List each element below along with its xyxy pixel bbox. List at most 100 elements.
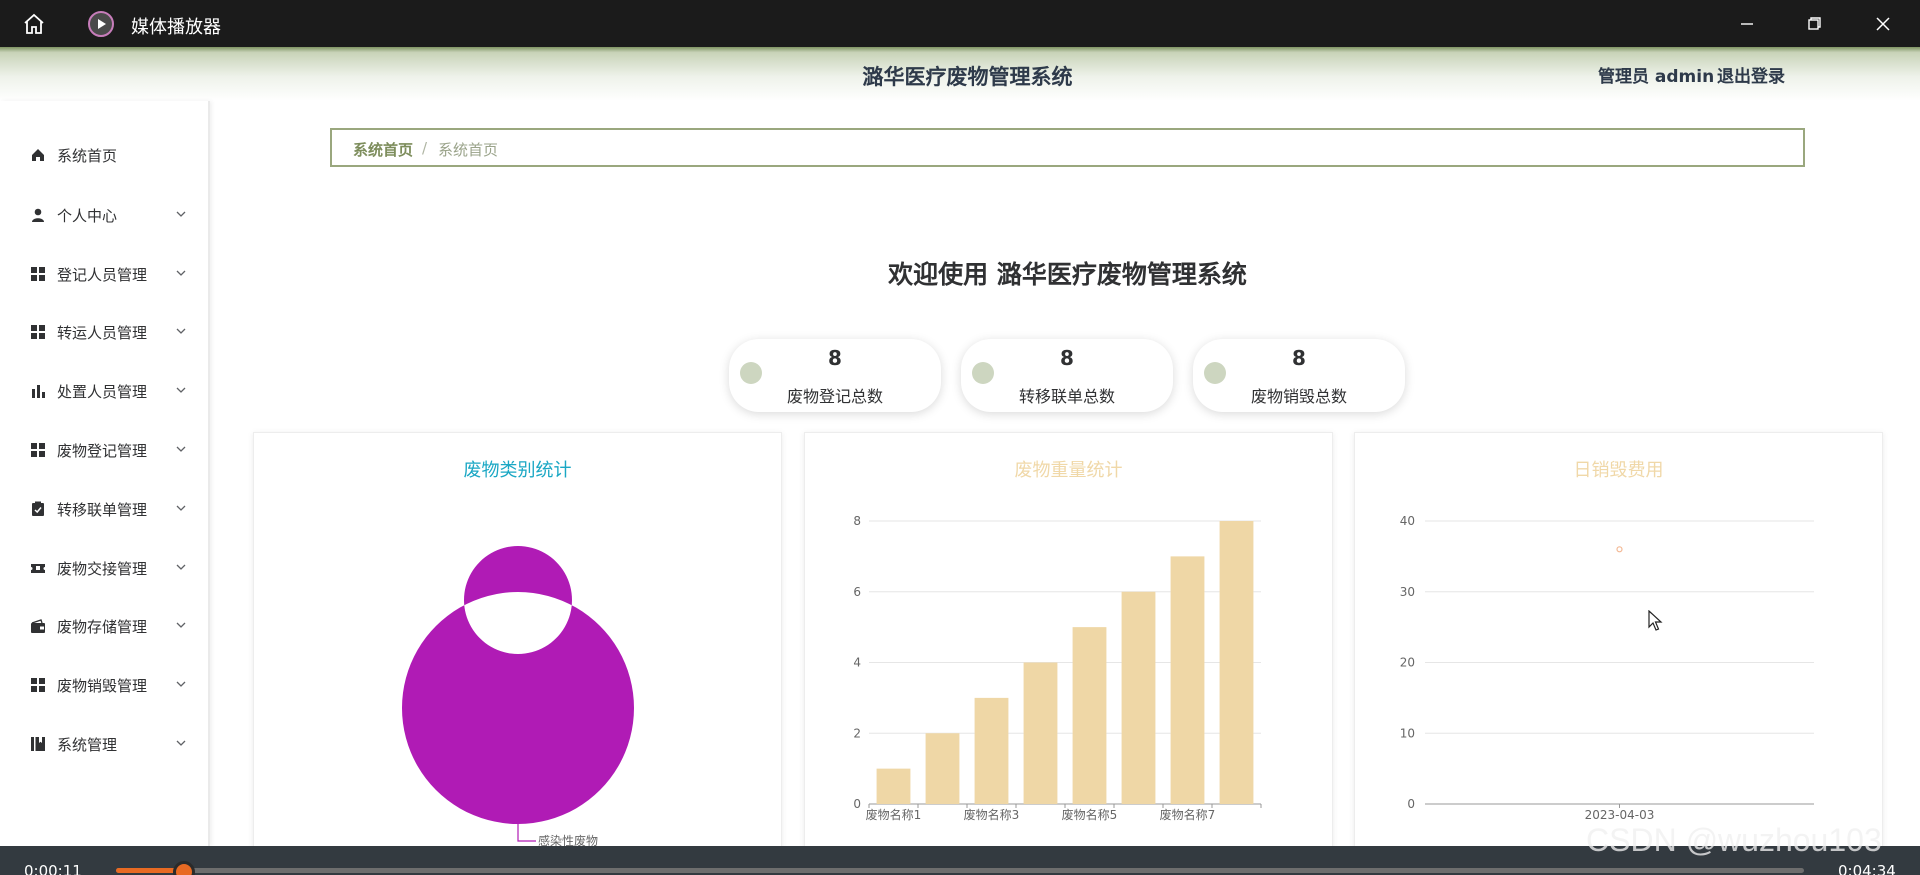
waste-category-pie-chart: 感染性废物: [401, 546, 634, 848]
sidebar-item-home[interactable]: 系统首页: [0, 135, 210, 175]
waste-weight-chart-panel: 废物重量统计 0 2 4 6 8 废物名称1 废物名称3 废物名称5 废物名称7: [804, 432, 1333, 852]
sidebar-item-waste-storage[interactable]: 废物存储管理: [0, 606, 210, 646]
stat-card-transfer-manifests: 8 转移联单总数: [961, 339, 1173, 412]
seek-bar[interactable]: [116, 868, 1804, 873]
stat-label: 废物登记总数: [786, 387, 883, 406]
y-tick-label: 40: [1400, 514, 1415, 528]
sidebar-item-label: 废物存储管理: [57, 618, 148, 636]
pie-label-line: [517, 824, 536, 842]
home-icon[interactable]: [22, 12, 46, 36]
sidebar-item-transfer-manifest[interactable]: 转移联单管理: [0, 489, 210, 529]
sidebar-item-label: 废物交接管理: [57, 560, 148, 578]
data-point: [1616, 546, 1623, 553]
breadcrumb-current: 系统首页: [438, 141, 499, 159]
y-tick-label: 2: [853, 726, 861, 740]
sidebar-item-transporter-management[interactable]: 转运人员管理: [0, 312, 210, 352]
stat-card-waste-registrations: 8 废物登记总数: [729, 339, 941, 412]
chevron-down-icon: [176, 387, 186, 393]
chevron-down-icon: [176, 681, 186, 687]
stat-label: 转移联单总数: [1018, 387, 1115, 406]
bar: [876, 768, 911, 804]
sidebar-item-waste-handover[interactable]: 废物交接管理: [0, 548, 210, 588]
logout-button[interactable]: 退出登录: [1717, 62, 1785, 87]
sidebar-item-label: 废物销毁管理: [57, 677, 148, 695]
x-tick-label: 废物名称3: [964, 807, 1020, 822]
sidebar-item-label: 废物登记管理: [57, 442, 148, 460]
y-tick-label: 10: [1400, 726, 1415, 740]
sidebar-item-system-management[interactable]: 系统管理: [0, 724, 210, 764]
daily-destruction-cost-chart: 0 10 20 30 40 2023-04-03: [1400, 514, 1814, 822]
stat-card-waste-destructions: 8 废物销毁总数: [1193, 339, 1405, 412]
ticket-icon: [31, 564, 45, 573]
breadcrumb: 系统首页 / 系统首页: [330, 128, 1805, 167]
chevron-down-icon: [176, 211, 186, 217]
y-tick-label: 8: [853, 514, 861, 528]
stat-value: 8: [1060, 346, 1074, 370]
bar: [1219, 521, 1254, 804]
admin-user-label: 管理员 admin: [1598, 67, 1715, 87]
sidebar-item-label: 个人中心: [57, 207, 118, 225]
waste-weight-bar-chart: 0 2 4 6 8 废物名称1 废物名称3 废物名称5 废物名称7: [853, 514, 1262, 822]
y-tick-label: 6: [853, 585, 861, 599]
wallet-icon: [31, 619, 45, 633]
x-tick-label: 废物名称7: [1160, 807, 1216, 822]
chevron-down-icon: [176, 505, 186, 511]
watermark: CSDN @wuzhou103: [1586, 822, 1882, 858]
sidebar-item-label: 转移联单管理: [57, 501, 148, 519]
chevron-down-icon: [176, 740, 186, 746]
media-player-logo-icon: [88, 11, 114, 37]
bar: [1023, 662, 1058, 804]
bar: [974, 697, 1009, 804]
chevron-down-icon: [176, 564, 186, 570]
sidebar-item-disposer-management[interactable]: 处置人员管理: [0, 371, 210, 411]
sidebar-item-waste-destruction[interactable]: 废物销毁管理: [0, 665, 210, 705]
stat-value: 8: [1292, 346, 1306, 370]
bar: [925, 733, 960, 804]
current-time: 0:00:11: [24, 862, 82, 875]
home-icon: [32, 149, 44, 161]
x-tick-label: 废物名称1: [866, 807, 922, 822]
duration: 0:04:34: [1838, 862, 1896, 875]
x-tick-label: 2023-04-03: [1585, 808, 1655, 822]
x-tick-label: 废物名称5: [1062, 807, 1118, 822]
chevron-down-icon: [176, 622, 186, 628]
bar: [1072, 627, 1107, 804]
book-icon: [31, 737, 45, 751]
bar-chart-icon: [32, 385, 45, 398]
welcome-heading: 欢迎使用 潞华医疗废物管理系统: [888, 260, 1247, 289]
sidebar-item-label: 系统首页: [57, 147, 118, 165]
bar: [1121, 591, 1156, 804]
breadcrumb-separator: /: [422, 139, 428, 157]
grid-icon: [31, 325, 45, 339]
y-tick-label: 4: [853, 656, 861, 670]
waste-category-chart-panel: 废物类别统计 感染性废物: [253, 432, 782, 852]
sidebar-item-waste-registration[interactable]: 废物登记管理: [0, 430, 210, 470]
chevron-down-icon: [176, 328, 186, 334]
seek-handle[interactable]: [172, 861, 195, 875]
y-tick-label: 20: [1400, 656, 1415, 670]
clipboard-check-icon: [32, 501, 44, 516]
y-tick-label: 0: [1407, 797, 1415, 811]
bar: [1170, 556, 1205, 804]
restore-icon[interactable]: [1802, 12, 1826, 36]
sidebar-item-personal-center[interactable]: 个人中心: [0, 195, 210, 235]
sidebar-item-label: 系统管理: [57, 736, 118, 754]
daily-destruction-cost-chart-panel: 日销毁费用 0 10 20 30 40 2023-04-03: [1354, 432, 1883, 852]
sidebar: 系统首页 个人中心 登记人员管理 转运人员管理 处置人员管理 废物登记管理 转移…: [0, 101, 210, 846]
user-icon: [32, 208, 44, 222]
stat-label: 废物销毁总数: [1250, 387, 1347, 406]
chevron-down-icon: [176, 446, 186, 452]
player-title-bar: 媒体播放器: [0, 0, 1920, 47]
pie-slice: [401, 546, 634, 824]
sidebar-item-label: 处置人员管理: [57, 383, 148, 401]
minimize-icon[interactable]: [1735, 12, 1759, 36]
app-header: 潞华医疗废物管理系统 管理员 admin 退出登录: [0, 47, 1920, 101]
breadcrumb-home-link[interactable]: 系统首页: [353, 139, 413, 160]
y-tick-label: 30: [1400, 585, 1415, 599]
close-icon[interactable]: [1871, 12, 1895, 36]
grid-icon: [31, 678, 45, 692]
y-tick-label: 0: [853, 797, 861, 811]
stat-value: 8: [828, 346, 842, 370]
window-title: 媒体播放器: [131, 17, 221, 38]
grid-icon: [31, 443, 45, 457]
